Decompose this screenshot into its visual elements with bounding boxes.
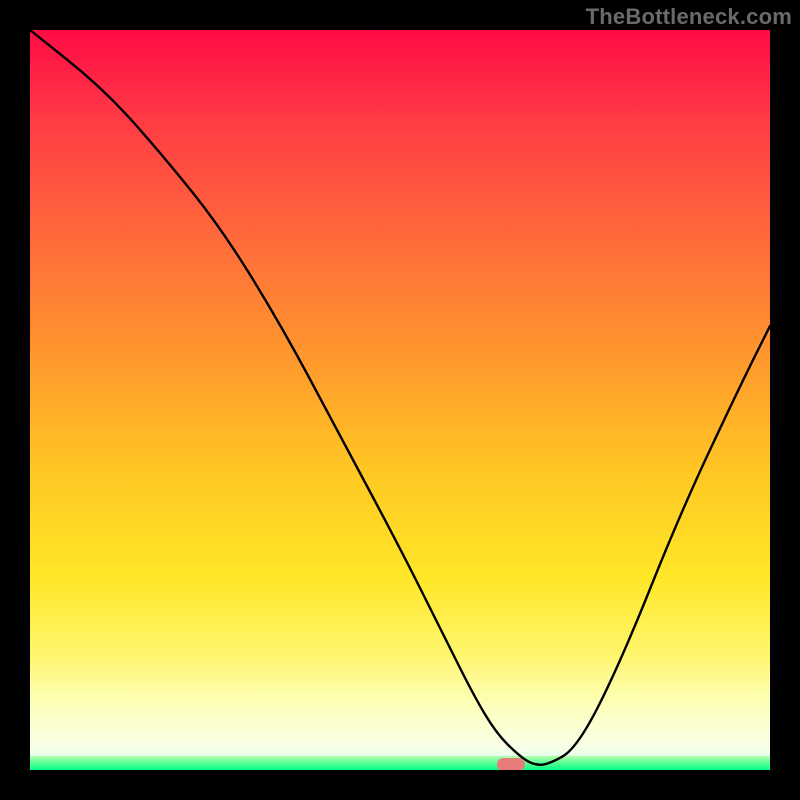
watermark-label: TheBottleneck.com [586, 4, 792, 30]
chart-frame: TheBottleneck.com [0, 0, 800, 800]
optimal-marker-icon [497, 758, 525, 770]
plot-area [30, 30, 770, 770]
bottleneck-curve [30, 30, 770, 770]
